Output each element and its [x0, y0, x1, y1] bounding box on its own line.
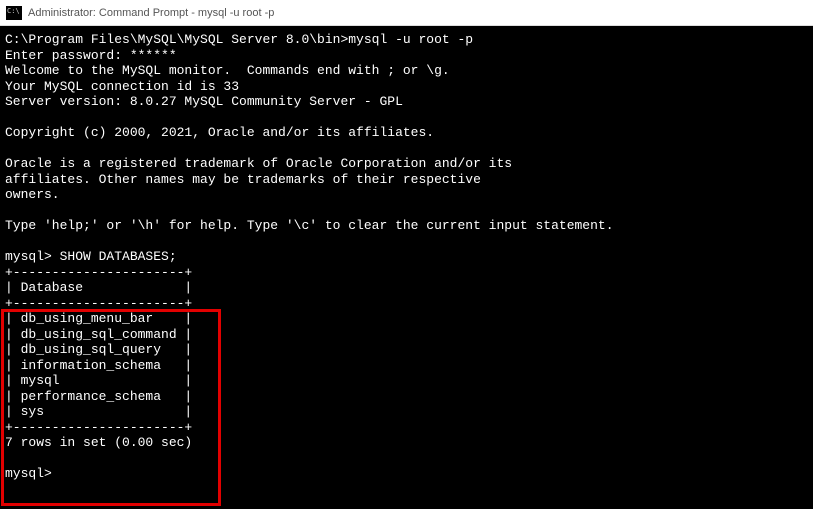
line: affiliates. Other names may be trademark…: [5, 172, 481, 187]
line: +----------------------+: [5, 296, 192, 311]
line: Server version: 8.0.27 MySQL Community S…: [5, 94, 403, 109]
line: owners.: [5, 187, 60, 202]
window-title: Administrator: Command Prompt - mysql -u…: [28, 7, 274, 19]
line: +----------------------+: [5, 420, 192, 435]
line: Your MySQL connection id is 33: [5, 79, 239, 94]
line: | information_schema |: [5, 358, 192, 373]
line: | performance_schema |: [5, 389, 192, 404]
line: mysql> SHOW DATABASES;: [5, 249, 177, 264]
line: Type 'help;' or '\h' for help. Type '\c'…: [5, 218, 614, 233]
line: | Database |: [5, 280, 192, 295]
line: C:\Program Files\MySQL\MySQL Server 8.0\…: [5, 32, 473, 47]
line: +----------------------+: [5, 265, 192, 280]
line: | db_using_menu_bar |: [5, 311, 192, 326]
line: Copyright (c) 2000, 2021, Oracle and/or …: [5, 125, 434, 140]
line: 7 rows in set (0.00 sec): [5, 435, 192, 450]
title-bar[interactable]: Administrator: Command Prompt - mysql -u…: [0, 0, 813, 26]
cmd-icon: [6, 6, 22, 20]
line: Oracle is a registered trademark of Orac…: [5, 156, 512, 171]
line: mysql>: [5, 466, 52, 481]
terminal-output[interactable]: C:\Program Files\MySQL\MySQL Server 8.0\…: [0, 26, 813, 509]
line: Welcome to the MySQL monitor. Commands e…: [5, 63, 450, 78]
line: | db_using_sql_query |: [5, 342, 192, 357]
line: | mysql |: [5, 373, 192, 388]
line: Enter password: ******: [5, 48, 177, 63]
line: | db_using_sql_command |: [5, 327, 192, 342]
line: | sys |: [5, 404, 192, 419]
